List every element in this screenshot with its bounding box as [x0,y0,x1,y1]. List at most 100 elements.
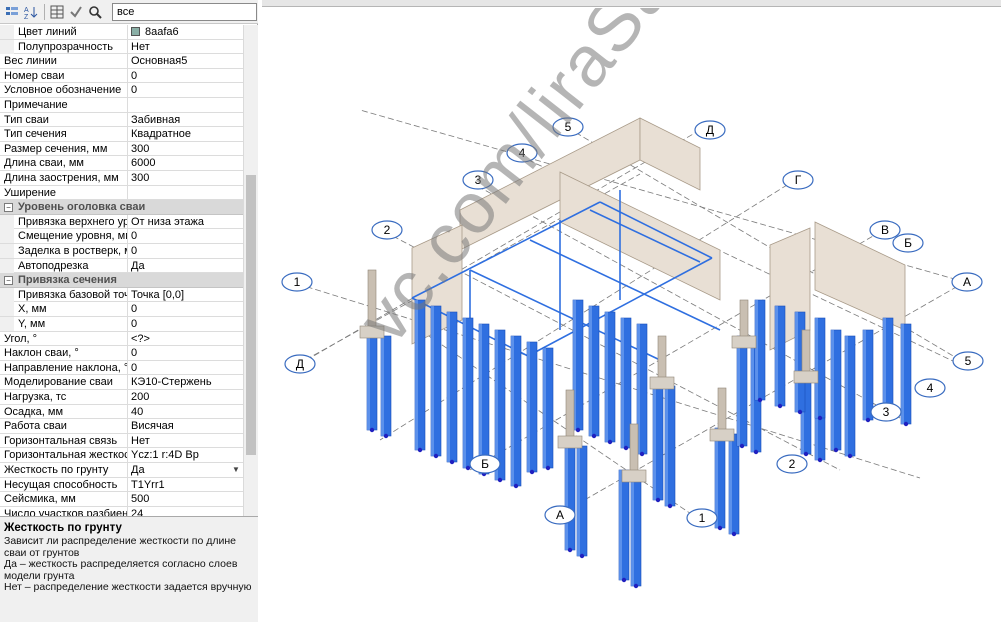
property-value[interactable] [131,186,243,200]
pile [620,317,632,451]
property-value[interactable]: 200 [131,390,243,404]
property-value[interactable]: 8aafa6 [131,25,243,39]
property-value[interactable]: 40 [131,405,243,419]
property-row[interactable]: Наклон сваи, ° 0 [0,346,258,361]
property-value[interactable]: КЭ10-Стержень [131,375,243,389]
property-row[interactable]: X, мм 0 [0,302,258,317]
property-name: Угол, ° [0,331,128,346]
categorized-icon[interactable] [3,3,21,21]
property-row[interactable]: Тип сечения Квадратное [0,127,258,142]
pile-tip [417,447,423,453]
property-row[interactable]: Вес линии Основная5 [0,54,258,69]
scrollbar[interactable] [243,25,258,516]
property-value[interactable]: 0 [131,302,243,316]
property-name: X, мм [0,302,128,317]
pile [366,329,378,433]
pile [542,347,554,471]
property-row[interactable]: Длина сваи, мм 6000 [0,156,258,171]
filter-select[interactable]: все [112,3,257,21]
property-value[interactable]: От низа этажа [131,215,243,229]
property-row[interactable]: Примечание [0,98,258,113]
property-value[interactable]: Ycz:1 r:4D Bp [131,448,243,462]
property-value[interactable]: 0 [131,229,243,243]
property-row[interactable]: Цвет линий 8aafa6 [0,25,258,40]
property-row[interactable]: Автоподрезка Да [0,258,258,274]
property-value[interactable]: 0 [131,83,243,97]
property-value[interactable]: Нет [131,40,243,54]
pile-tip [449,459,455,465]
scroll-thumb[interactable] [246,175,256,455]
document-tabs[interactable] [262,0,1001,7]
property-row[interactable]: Горизонтальная связь Нет [0,433,258,449]
check-icon[interactable] [67,3,85,21]
property-value[interactable]: 0 [131,244,243,258]
property-row[interactable]: Условное обозначение 0 [0,83,258,98]
property-value[interactable]: <?> [131,332,243,346]
property-row[interactable]: Нагрузка, тс 200 [0,390,258,405]
property-value[interactable]: 6000 [131,156,243,170]
search-icon[interactable] [86,3,104,21]
property-value[interactable]: Нет [131,434,243,448]
property-row[interactable]: Горизонтальная жесткость Ycz:1 r:4D Bp [0,448,258,463]
property-value[interactable]: 0 [131,346,243,360]
pile-tip [567,547,573,553]
model-3d-view[interactable]: 1 2 3 4 5 Д Г В Б А Д 5 4 3 2 1 Б А [262,8,1001,622]
property-row[interactable]: Моделирование сваи КЭ10-Стержень [0,375,258,390]
property-value[interactable]: Точка [0,0] [131,288,243,302]
property-value[interactable]: T1Yrr1 [131,478,243,492]
property-row[interactable]: Полупрозрачность Нет [0,39,258,55]
property-value[interactable]: 300 [131,142,243,156]
property-value[interactable]: 0 [131,361,243,375]
property-row[interactable]: Привязка верхнего ур... От низа этажа [0,214,258,230]
property-value[interactable]: Забивная [131,113,243,127]
property-value[interactable]: 24 [131,507,243,516]
property-row[interactable]: Работа сваи Висячая [0,419,258,434]
pile-highlight [565,440,568,550]
property-value[interactable]: Основная5 [131,54,243,68]
pile-highlight [665,386,668,506]
property-value[interactable]: Квадратное [131,127,243,141]
property-value[interactable]: Висячая [131,419,243,433]
model-viewport[interactable]: 12345ДГВБАД54321БА vc.com/liraSaprtraini… [262,8,1001,622]
axis-marker: А [951,272,983,292]
property-row[interactable]: Размер сечения, мм 300 [0,141,258,157]
property-section[interactable]: − Привязка сечения [0,273,258,288]
property-value[interactable] [131,98,243,112]
property-row[interactable]: Привязка базовой точкиТочка [0,0] [0,287,258,303]
property-row[interactable]: Сейсмика, мм 500 [0,492,258,507]
grid-icon[interactable] [48,3,66,21]
dropdown-arrow-icon[interactable]: ▼ [232,465,242,475]
property-row[interactable]: Смещение уровня, мм 0 [0,229,258,244]
property-value[interactable]: 0 [131,317,243,331]
pile-cap [649,376,675,390]
pile-cap [793,370,819,384]
property-name: Тип сечения [0,127,128,142]
axis-marker-label: 3 [475,173,482,187]
property-row[interactable]: Направление наклона, ° 0 [0,360,258,376]
property-row[interactable]: Уширение [0,185,258,201]
property-row[interactable]: Осадка, мм 40 [0,404,258,420]
property-value[interactable]: 500 [131,492,243,506]
property-row[interactable]: Угол, ° <?> [0,331,258,347]
pile-tip [513,483,519,489]
property-row[interactable]: Номер сваи 0 [0,68,258,84]
sort-icon[interactable]: AZ [22,3,40,21]
property-row[interactable]: Длина заострения, мм 300 [0,171,258,186]
property-row[interactable]: Заделка в ростверк, мм 0 [0,244,258,259]
toolbar-separator [44,3,45,20]
pile-highlight [775,306,778,406]
property-row[interactable]: Y, мм 0 [0,317,258,332]
pile-tip [545,465,551,471]
property-value[interactable]: 0 [131,69,243,83]
property-row[interactable]: Тип сваи Забивная [0,112,258,128]
property-row[interactable]: Число участков разбиения 24 [0,506,258,516]
axis-marker-label: 1 [699,511,706,525]
property-row[interactable]: Жесткость по грунту Да ▼ [0,463,258,478]
property-value[interactable]: 300 [131,171,243,185]
axis-marker: Д [694,120,726,140]
property-value[interactable]: Да [131,259,243,273]
pile-tip [817,415,823,421]
property-row[interactable]: Несущая способность T1Yrr1 [0,477,258,493]
property-section[interactable]: − Уровень оголовка сваи [0,200,258,215]
property-value[interactable]: Да [131,463,243,477]
